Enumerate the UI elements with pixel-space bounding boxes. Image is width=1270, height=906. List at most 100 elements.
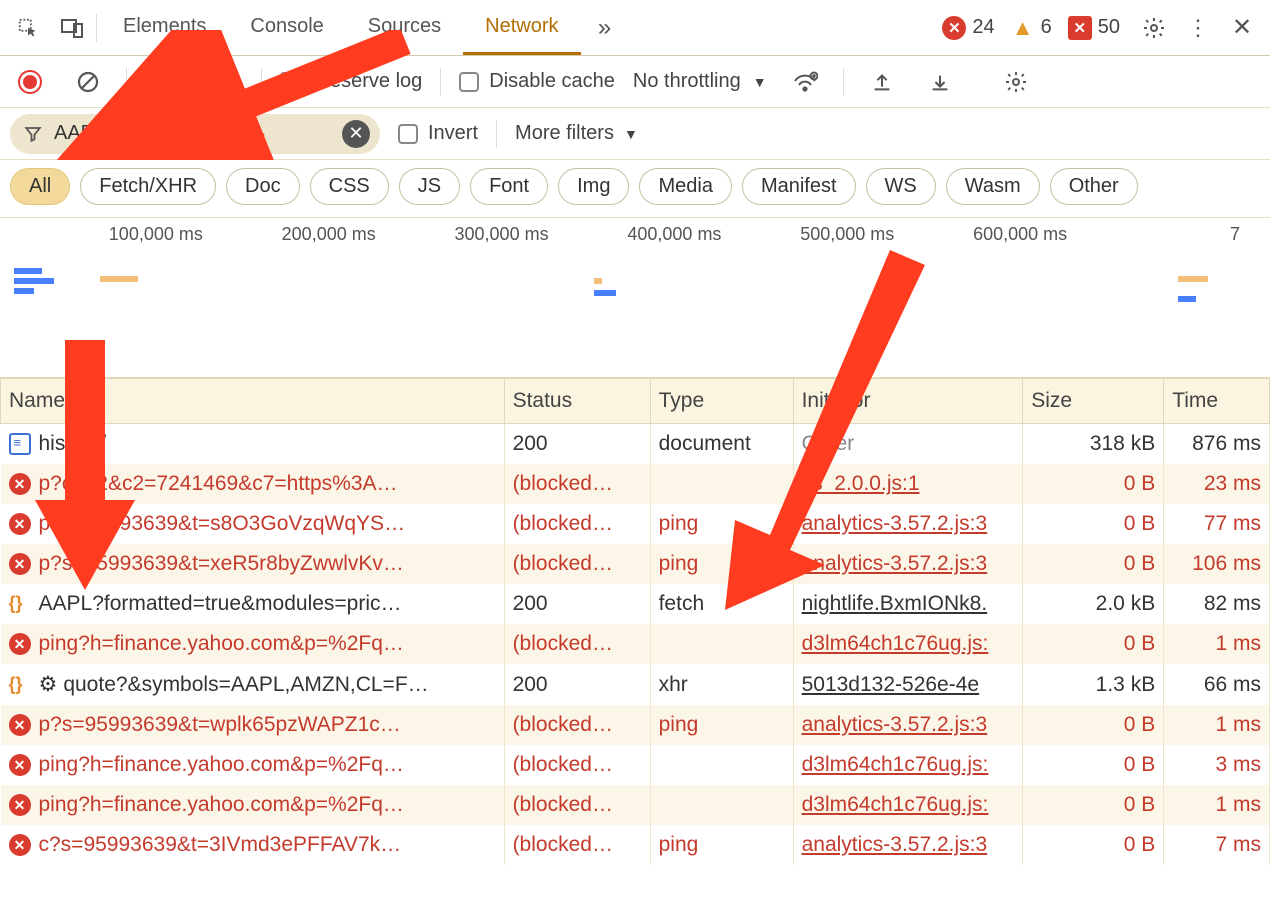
cell-time: 66 ms <box>1164 664 1270 705</box>
cell-name[interactable]: ✕p?c1=2&c2=7241469&c7=https%3A… <box>1 464 505 504</box>
cell-initiator[interactable]: analytics-3.57.2.js:3 <box>793 504 1023 544</box>
cell-initiator[interactable]: 5013d132-526e-4e <box>793 664 1023 705</box>
filter-chip-manifest[interactable]: Manifest <box>742 168 856 205</box>
request-row[interactable]: {}AAPL?formatted=true&modules=pric…200fe… <box>1 584 1270 624</box>
cell-name[interactable]: ✕ ping?h=finance.yahoo.com&p=%2Fq… <box>1 745 505 785</box>
tab-console[interactable]: Console <box>228 1 345 55</box>
cell-name[interactable]: {}AAPL?formatted=true&modules=pric… <box>1 584 505 624</box>
document-icon <box>9 433 31 455</box>
cell-time: 82 ms <box>1164 584 1270 624</box>
cell-type <box>650 785 793 825</box>
filter-input[interactable] <box>54 122 330 145</box>
cell-initiator[interactable]: d3lm64ch1c76ug.js: <box>793 624 1023 664</box>
request-name: c?s=95993639&t=3IVmd3ePFFAV7k… <box>39 833 402 856</box>
cell-status: (blocked… <box>504 464 650 504</box>
tab-sources[interactable]: Sources <box>346 1 463 55</box>
error-count: 24 <box>972 16 994 39</box>
cell-type: document <box>650 424 793 465</box>
blocked-icon: ✕ <box>9 633 31 655</box>
cell-initiator[interactable]: analytics-3.57.2.js:3 <box>793 705 1023 745</box>
request-row[interactable]: ✕p?s=95993639&t=wplk65pzWAPZ1c…(blocked…… <box>1 705 1270 745</box>
cell-status: (blocked… <box>504 544 650 584</box>
column-status[interactable]: Status <box>504 379 650 424</box>
throttling-select[interactable]: No throttling ▼ <box>633 70 767 93</box>
filter-toggle-icon[interactable] <box>145 62 185 102</box>
filter-chip-other[interactable]: Other <box>1050 168 1138 205</box>
cell-time: 7 ms <box>1164 825 1270 865</box>
cell-name[interactable]: ✕p?s=95993639&t=wplk65pzWAPZ1c… <box>1 705 505 745</box>
more-tabs-icon[interactable]: » <box>585 8 625 48</box>
tab-elements[interactable]: Elements <box>101 1 228 55</box>
cell-initiator[interactable]: d3lm64ch1c76ug.js: <box>793 745 1023 785</box>
cell-initiator[interactable]: nightlife.BxmIONk8. <box>793 584 1023 624</box>
more-filters-dropdown[interactable]: More filters ▼ <box>515 122 638 145</box>
cell-size: 0 B <box>1023 544 1164 584</box>
request-row[interactable]: ✕p?s=95993639&t=xeR5r8byZwwlvKv…(blocked… <box>1 544 1270 584</box>
request-row[interactable]: {}⚙quote?&symbols=AAPL,AMZN,CL=F…200xhr5… <box>1 664 1270 705</box>
cell-initiator[interactable]: analytics-3.57.2.js:3 <box>793 544 1023 584</box>
cell-name[interactable]: {}⚙quote?&symbols=AAPL,AMZN,CL=F… <box>1 664 505 705</box>
cell-name[interactable]: history/ <box>1 424 505 465</box>
request-row[interactable]: ✕p?s=95993639&t=s8O3GoVzqWqYS…(blocked…p… <box>1 504 1270 544</box>
network-settings-icon[interactable] <box>996 62 1036 102</box>
fetch-icon: {} <box>9 674 31 696</box>
settings-icon[interactable] <box>1134 8 1174 48</box>
inspect-icon[interactable] <box>8 8 48 48</box>
download-har-icon[interactable] <box>920 62 960 102</box>
filter-chip-js[interactable]: JS <box>399 168 460 205</box>
cell-name[interactable]: ✕ping?h=finance.yahoo.com&p=%2Fq… <box>1 624 505 664</box>
chevron-down-icon: ▼ <box>753 74 767 90</box>
request-row[interactable]: ✕ping?h=finance.yahoo.com&p=%2Fq…(blocke… <box>1 624 1270 664</box>
column-time[interactable]: Time <box>1164 379 1270 424</box>
filter-chip-media[interactable]: Media <box>639 168 731 205</box>
request-row[interactable]: ✕p?c1=2&c2=7241469&c7=https%3A…(blocked…… <box>1 464 1270 504</box>
overview-timeline[interactable]: 100,000 ms200,000 ms300,000 ms400,000 ms… <box>0 218 1270 378</box>
filter-chip-font[interactable]: Font <box>470 168 548 205</box>
request-name: p?s=95993639&t=xeR5r8byZwwlvKv… <box>39 552 404 575</box>
request-row[interactable]: ✕ ping?h=finance.yahoo.com&p=%2Fq… (blocke… <box>1 745 1270 785</box>
column-initiator[interactable]: Initiator <box>793 379 1023 424</box>
filter-chip-img[interactable]: Img <box>558 168 629 205</box>
filter-chip-all[interactable]: All <box>10 168 70 205</box>
search-icon[interactable] <box>203 62 243 102</box>
filter-chip-doc[interactable]: Doc <box>226 168 300 205</box>
cell-status: (blocked… <box>504 745 650 785</box>
request-name: ping?h=finance.yahoo.com&p=%2Fq… <box>39 753 404 776</box>
request-row[interactable]: ✕ping?h=finance.yahoo.com&p=%2Fq…(blocke… <box>1 785 1270 825</box>
upload-har-icon[interactable] <box>862 62 902 102</box>
request-row[interactable]: ✕c?s=95993639&t=3IVmd3ePFFAV7k…(blocked…… <box>1 825 1270 865</box>
cell-initiator[interactable]: analytics-3.57.2.js:3 <box>793 825 1023 865</box>
invert-checkbox[interactable]: Invert <box>398 122 478 145</box>
clear-filter-icon[interactable]: ✕ <box>342 120 370 148</box>
cell-name[interactable]: ✕c?s=95993639&t=3IVmd3ePFFAV7k… <box>1 825 505 865</box>
device-toggle-icon[interactable] <box>52 8 92 48</box>
cell-size: 0 B <box>1023 624 1164 664</box>
cell-initiator[interactable]: Other <box>793 424 1023 465</box>
filter-chip-wasm[interactable]: Wasm <box>946 168 1040 205</box>
cell-size: 318 kB <box>1023 424 1164 465</box>
preserve-log-checkbox[interactable]: Preserve log <box>280 70 422 93</box>
filter-chip-ws[interactable]: WS <box>866 168 936 205</box>
request-row[interactable]: history/200documentOther318 kB876 ms <box>1 424 1270 465</box>
kebab-menu-icon[interactable]: ⋮ <box>1178 8 1218 48</box>
blocked-icon: ✕ <box>9 754 31 776</box>
network-conditions-icon[interactable] <box>785 62 825 102</box>
cell-name[interactable]: ✕p?s=95993639&t=xeR5r8byZwwlvKv… <box>1 544 505 584</box>
timeline-tick: 400,000 ms <box>549 224 722 245</box>
filter-input-container: ✕ <box>10 114 380 154</box>
tab-network[interactable]: Network <box>463 1 580 55</box>
clear-button[interactable] <box>68 62 108 102</box>
cell-name[interactable]: ✕p?s=95993639&t=s8O3GoVzqWqYS… <box>1 504 505 544</box>
cell-name[interactable]: ✕ping?h=finance.yahoo.com&p=%2Fq… <box>1 785 505 825</box>
error-counts[interactable]: ✕ 24 ▲ 6 ✕ 50 <box>942 16 1130 40</box>
disable-cache-checkbox[interactable]: Disable cache <box>459 70 615 93</box>
column-type[interactable]: Type <box>650 379 793 424</box>
cell-initiator[interactable]: d3lm64ch1c76ug.js: <box>793 785 1023 825</box>
column-size[interactable]: Size <box>1023 379 1164 424</box>
cell-initiator[interactable]: cs_2.0.0.js:1 <box>793 464 1023 504</box>
filter-chip-css[interactable]: CSS <box>310 168 389 205</box>
record-button[interactable] <box>10 62 50 102</box>
close-icon[interactable]: ✕ <box>1222 8 1262 48</box>
column-name[interactable]: Name <box>1 379 505 424</box>
filter-chip-fetchxhr[interactable]: Fetch/XHR <box>80 168 216 205</box>
